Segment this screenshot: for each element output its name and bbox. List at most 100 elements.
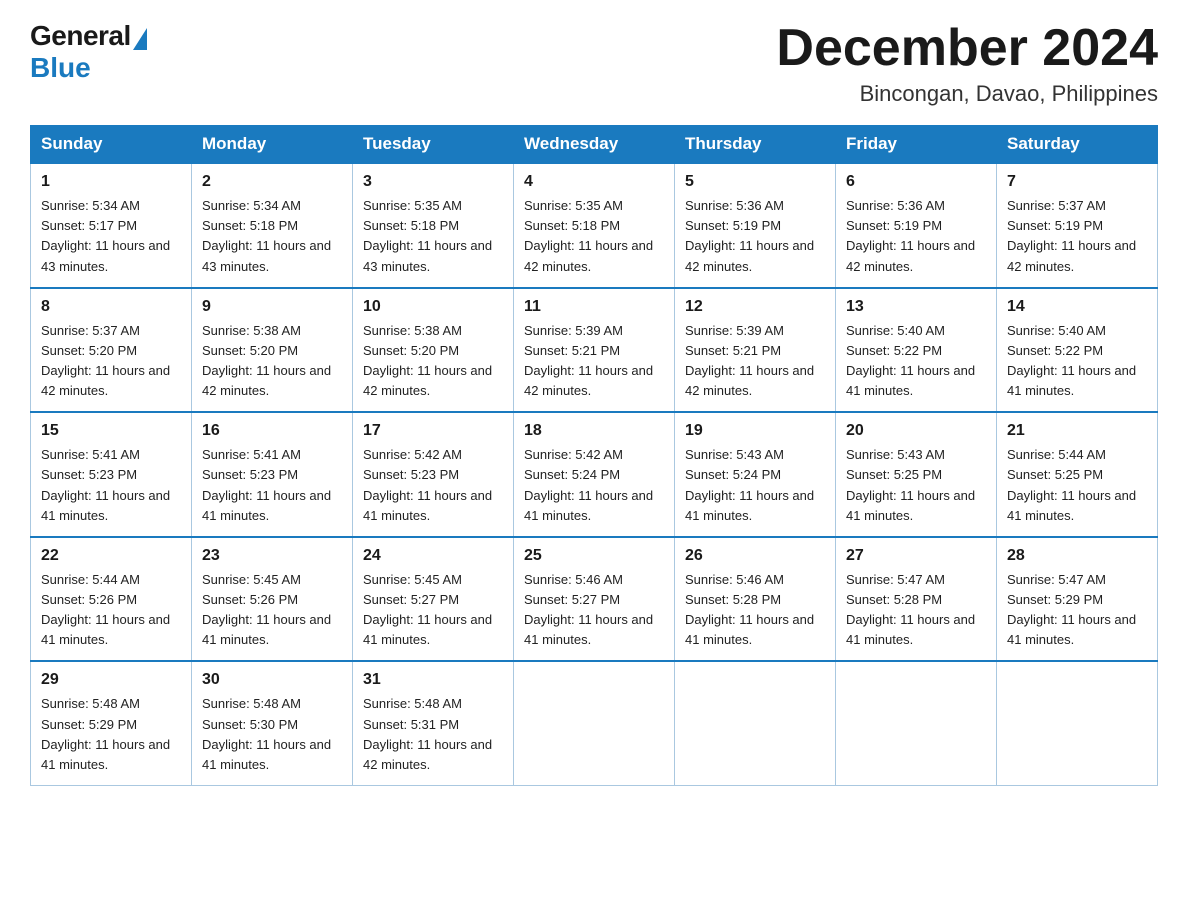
cell-date: 31 <box>363 668 503 692</box>
cell-info: Sunrise: 5:44 AMSunset: 5:26 PMDaylight:… <box>41 572 170 647</box>
table-row: 6 Sunrise: 5:36 AMSunset: 5:19 PMDayligh… <box>836 163 997 288</box>
cell-date: 7 <box>1007 170 1147 194</box>
cell-info: Sunrise: 5:39 AMSunset: 5:21 PMDaylight:… <box>524 323 653 398</box>
cell-info: Sunrise: 5:48 AMSunset: 5:30 PMDaylight:… <box>202 696 331 771</box>
table-row: 25 Sunrise: 5:46 AMSunset: 5:27 PMDaylig… <box>514 537 675 662</box>
cell-date: 15 <box>41 419 181 443</box>
cell-date: 22 <box>41 544 181 568</box>
logo-general-text: General <box>30 20 131 52</box>
table-row: 3 Sunrise: 5:35 AMSunset: 5:18 PMDayligh… <box>353 163 514 288</box>
cell-info: Sunrise: 5:37 AMSunset: 5:19 PMDaylight:… <box>1007 198 1136 273</box>
header-sunday: Sunday <box>31 126 192 164</box>
cell-date: 3 <box>363 170 503 194</box>
calendar-week-row: 22 Sunrise: 5:44 AMSunset: 5:26 PMDaylig… <box>31 537 1158 662</box>
table-row: 17 Sunrise: 5:42 AMSunset: 5:23 PMDaylig… <box>353 412 514 537</box>
table-row: 1 Sunrise: 5:34 AMSunset: 5:17 PMDayligh… <box>31 163 192 288</box>
cell-info: Sunrise: 5:35 AMSunset: 5:18 PMDaylight:… <box>524 198 653 273</box>
table-row: 16 Sunrise: 5:41 AMSunset: 5:23 PMDaylig… <box>192 412 353 537</box>
cell-info: Sunrise: 5:40 AMSunset: 5:22 PMDaylight:… <box>1007 323 1136 398</box>
cell-date: 14 <box>1007 295 1147 319</box>
cell-date: 6 <box>846 170 986 194</box>
cell-date: 21 <box>1007 419 1147 443</box>
cell-date: 19 <box>685 419 825 443</box>
table-row: 12 Sunrise: 5:39 AMSunset: 5:21 PMDaylig… <box>675 288 836 413</box>
table-row: 9 Sunrise: 5:38 AMSunset: 5:20 PMDayligh… <box>192 288 353 413</box>
cell-info: Sunrise: 5:48 AMSunset: 5:29 PMDaylight:… <box>41 696 170 771</box>
page-header: General Blue December 2024 Bincongan, Da… <box>30 20 1158 107</box>
cell-info: Sunrise: 5:43 AMSunset: 5:25 PMDaylight:… <box>846 447 975 522</box>
cell-info: Sunrise: 5:44 AMSunset: 5:25 PMDaylight:… <box>1007 447 1136 522</box>
cell-date: 27 <box>846 544 986 568</box>
cell-info: Sunrise: 5:48 AMSunset: 5:31 PMDaylight:… <box>363 696 492 771</box>
table-row: 11 Sunrise: 5:39 AMSunset: 5:21 PMDaylig… <box>514 288 675 413</box>
cell-info: Sunrise: 5:35 AMSunset: 5:18 PMDaylight:… <box>363 198 492 273</box>
calendar-week-row: 29 Sunrise: 5:48 AMSunset: 5:29 PMDaylig… <box>31 661 1158 785</box>
cell-date: 26 <box>685 544 825 568</box>
header-monday: Monday <box>192 126 353 164</box>
cell-info: Sunrise: 5:36 AMSunset: 5:19 PMDaylight:… <box>846 198 975 273</box>
cell-info: Sunrise: 5:41 AMSunset: 5:23 PMDaylight:… <box>41 447 170 522</box>
table-row <box>836 661 997 785</box>
table-row: 29 Sunrise: 5:48 AMSunset: 5:29 PMDaylig… <box>31 661 192 785</box>
cell-date: 5 <box>685 170 825 194</box>
calendar-table: Sunday Monday Tuesday Wednesday Thursday… <box>30 125 1158 786</box>
cell-info: Sunrise: 5:38 AMSunset: 5:20 PMDaylight:… <box>363 323 492 398</box>
cell-date: 29 <box>41 668 181 692</box>
cell-info: Sunrise: 5:37 AMSunset: 5:20 PMDaylight:… <box>41 323 170 398</box>
title-block: December 2024 Bincongan, Davao, Philippi… <box>776 20 1158 107</box>
table-row: 2 Sunrise: 5:34 AMSunset: 5:18 PMDayligh… <box>192 163 353 288</box>
cell-date: 4 <box>524 170 664 194</box>
cell-date: 13 <box>846 295 986 319</box>
cell-date: 12 <box>685 295 825 319</box>
header-wednesday: Wednesday <box>514 126 675 164</box>
table-row: 24 Sunrise: 5:45 AMSunset: 5:27 PMDaylig… <box>353 537 514 662</box>
table-row: 30 Sunrise: 5:48 AMSunset: 5:30 PMDaylig… <box>192 661 353 785</box>
table-row: 7 Sunrise: 5:37 AMSunset: 5:19 PMDayligh… <box>997 163 1158 288</box>
cell-info: Sunrise: 5:41 AMSunset: 5:23 PMDaylight:… <box>202 447 331 522</box>
table-row: 4 Sunrise: 5:35 AMSunset: 5:18 PMDayligh… <box>514 163 675 288</box>
cell-date: 17 <box>363 419 503 443</box>
cell-date: 25 <box>524 544 664 568</box>
cell-date: 23 <box>202 544 342 568</box>
table-row: 22 Sunrise: 5:44 AMSunset: 5:26 PMDaylig… <box>31 537 192 662</box>
cell-info: Sunrise: 5:45 AMSunset: 5:27 PMDaylight:… <box>363 572 492 647</box>
table-row: 20 Sunrise: 5:43 AMSunset: 5:25 PMDaylig… <box>836 412 997 537</box>
table-row: 19 Sunrise: 5:43 AMSunset: 5:24 PMDaylig… <box>675 412 836 537</box>
cell-date: 28 <box>1007 544 1147 568</box>
cell-date: 1 <box>41 170 181 194</box>
cell-date: 20 <box>846 419 986 443</box>
logo: General Blue <box>30 20 147 82</box>
cell-info: Sunrise: 5:42 AMSunset: 5:24 PMDaylight:… <box>524 447 653 522</box>
cell-date: 9 <box>202 295 342 319</box>
table-row: 8 Sunrise: 5:37 AMSunset: 5:20 PMDayligh… <box>31 288 192 413</box>
cell-info: Sunrise: 5:34 AMSunset: 5:18 PMDaylight:… <box>202 198 331 273</box>
table-row: 28 Sunrise: 5:47 AMSunset: 5:29 PMDaylig… <box>997 537 1158 662</box>
cell-date: 11 <box>524 295 664 319</box>
cell-info: Sunrise: 5:42 AMSunset: 5:23 PMDaylight:… <box>363 447 492 522</box>
cell-date: 16 <box>202 419 342 443</box>
header-friday: Friday <box>836 126 997 164</box>
table-row: 14 Sunrise: 5:40 AMSunset: 5:22 PMDaylig… <box>997 288 1158 413</box>
cell-info: Sunrise: 5:36 AMSunset: 5:19 PMDaylight:… <box>685 198 814 273</box>
table-row <box>675 661 836 785</box>
table-row: 21 Sunrise: 5:44 AMSunset: 5:25 PMDaylig… <box>997 412 1158 537</box>
calendar-week-row: 15 Sunrise: 5:41 AMSunset: 5:23 PMDaylig… <box>31 412 1158 537</box>
cell-date: 2 <box>202 170 342 194</box>
table-row: 13 Sunrise: 5:40 AMSunset: 5:22 PMDaylig… <box>836 288 997 413</box>
cell-info: Sunrise: 5:47 AMSunset: 5:29 PMDaylight:… <box>1007 572 1136 647</box>
cell-info: Sunrise: 5:46 AMSunset: 5:28 PMDaylight:… <box>685 572 814 647</box>
cell-date: 30 <box>202 668 342 692</box>
cell-info: Sunrise: 5:43 AMSunset: 5:24 PMDaylight:… <box>685 447 814 522</box>
table-row <box>997 661 1158 785</box>
logo-triangle-icon <box>133 28 147 50</box>
calendar-header-row: Sunday Monday Tuesday Wednesday Thursday… <box>31 126 1158 164</box>
cell-info: Sunrise: 5:47 AMSunset: 5:28 PMDaylight:… <box>846 572 975 647</box>
cell-date: 18 <box>524 419 664 443</box>
calendar-title: December 2024 <box>776 20 1158 77</box>
cell-info: Sunrise: 5:34 AMSunset: 5:17 PMDaylight:… <box>41 198 170 273</box>
cell-date: 24 <box>363 544 503 568</box>
calendar-location: Bincongan, Davao, Philippines <box>776 81 1158 107</box>
header-saturday: Saturday <box>997 126 1158 164</box>
cell-info: Sunrise: 5:40 AMSunset: 5:22 PMDaylight:… <box>846 323 975 398</box>
cell-info: Sunrise: 5:39 AMSunset: 5:21 PMDaylight:… <box>685 323 814 398</box>
